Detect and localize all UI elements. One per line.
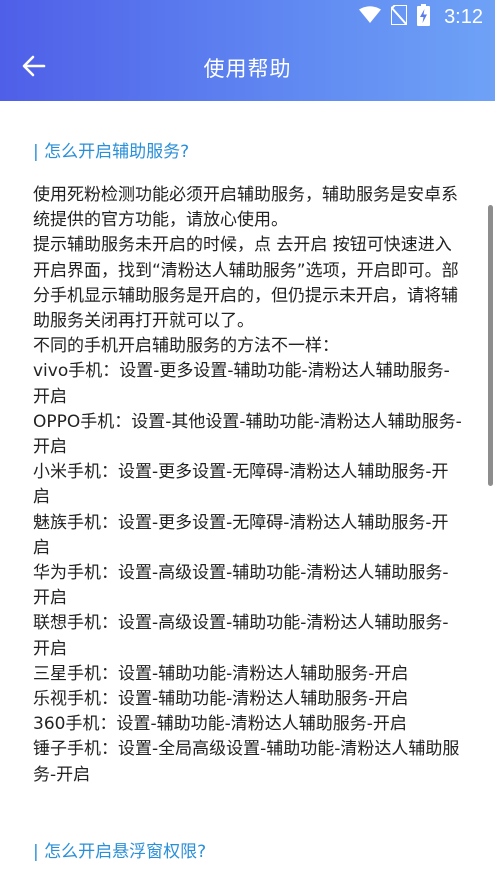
paragraph: 锤子手机：设置-全局高级设置-辅助功能-清粉达人辅助服务-开启 — [33, 739, 460, 785]
status-time: 3:12 — [444, 5, 483, 28]
paragraph: 360手机：设置-辅助功能-清粉达人辅助服务-开启 — [33, 714, 407, 735]
paragraph: 不同的手机开启辅助服务的方法不一样： — [33, 336, 339, 357]
paragraph: 使用死粉检测功能必须开启辅助服务，辅助服务是安卓系统提供的官方功能，请放心使用。 — [33, 185, 458, 231]
scrollbar[interactable] — [488, 205, 493, 486]
paragraph: 联想手机：设置-高级设置-辅助功能-清粉达人辅助服务-开启 — [33, 613, 449, 659]
wifi-icon — [359, 6, 382, 28]
section-title-floating-window: | 怎么开启悬浮窗权限? — [33, 842, 207, 862]
section-title-accessibility: | 怎么开启辅助服务? — [33, 142, 190, 162]
status-bar: 3:12 — [0, 0, 495, 34]
paragraph: 魅族手机：设置-更多设置-无障碍-清粉达人辅助服务-开启 — [33, 512, 449, 558]
paragraph: vivo手机：设置-更多设置-辅助功能-清粉达人辅助服务-开启 — [33, 361, 450, 407]
help-content[interactable]: | 怎么开启辅助服务? 使用死粉检测功能必须开启辅助服务，辅助服务是安卓系统提供… — [0, 101, 495, 880]
paragraph: 提示辅助服务未开启的时候，点 去开启 按钮可快速进入开启界面，找到“清粉达人辅助… — [33, 235, 459, 332]
paragraph: 乐视手机：设置-辅助功能-清粉达人辅助服务-开启 — [33, 689, 409, 710]
page-title: 使用帮助 — [203, 56, 292, 81]
paragraph: 小米手机：设置-更多设置-无障碍-清粉达人辅助服务-开启 — [33, 462, 449, 508]
arrow-left-icon — [22, 55, 46, 81]
section-body-accessibility: 使用死粉检测功能必须开启辅助服务，辅助服务是安卓系统提供的官方功能，请放心使用。… — [33, 183, 463, 788]
paragraph: OPPO手机：设置-其他设置-辅助功能-清粉达人辅助服务-开启 — [33, 411, 462, 458]
no-sim-icon — [390, 4, 409, 29]
paragraph: 三星手机：设置-辅助功能-清粉达人辅助服务-开启 — [33, 663, 409, 684]
toolbar: 使用帮助 — [0, 34, 495, 101]
back-button[interactable] — [14, 48, 54, 88]
paragraph: 华为手机：设置-高级设置-辅助功能-清粉达人辅助服务-开启 — [33, 563, 449, 609]
battery-charging-icon — [417, 4, 431, 30]
app-bar: 3:12 使用帮助 — [0, 0, 495, 101]
